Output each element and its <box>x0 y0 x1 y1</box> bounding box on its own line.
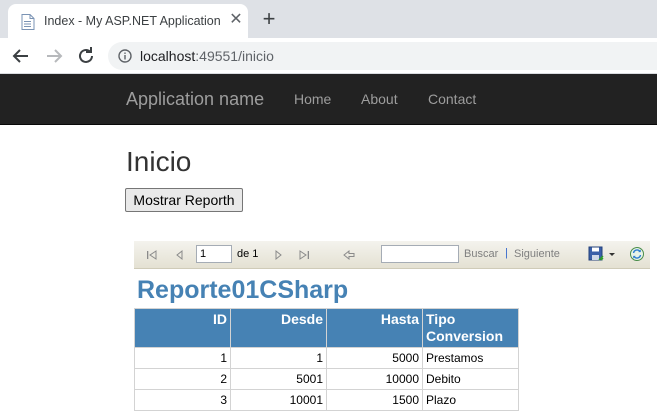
next-page-icon[interactable] <box>271 248 285 262</box>
export-save-icon[interactable] <box>588 246 604 262</box>
address-bar[interactable]: localhost:49551/inicio <box>108 42 657 70</box>
table-row: 1 1 5000 Prestamos <box>134 347 519 369</box>
nav-link-contact[interactable]: Contact <box>428 91 476 107</box>
cell-hasta: 1500 <box>326 389 423 411</box>
nav-link-home[interactable]: Home <box>294 91 331 107</box>
browser-tab-strip: Index - My ASP.NET Application ✕ + <box>0 0 657 38</box>
table-row: 3 10001 1500 Plazo <box>134 389 519 411</box>
forward-arrow-icon[interactable] <box>43 45 65 67</box>
chevron-down-icon[interactable] <box>608 252 616 258</box>
cell-desde: 10001 <box>230 389 327 411</box>
nav-link-about[interactable]: About <box>361 91 398 107</box>
cell-tipo-conversion: Prestamos <box>422 347 519 369</box>
page-count-label: de 1 <box>237 248 259 260</box>
url-path: :49551/inicio <box>195 48 274 64</box>
cell-id: 3 <box>134 389 231 411</box>
column-header-tipo-conversion: Tipo Conversion <box>422 308 519 348</box>
cell-tipo-conversion: Plazo <box>422 389 519 411</box>
url-host: localhost <box>140 48 196 64</box>
previous-page-icon[interactable] <box>173 248 187 262</box>
column-header-desde: Desde <box>230 308 327 348</box>
reload-icon[interactable] <box>75 45 97 67</box>
table-row: 2 5001 10000 Debito <box>134 368 519 390</box>
cell-id: 2 <box>134 368 231 390</box>
table-header-row: ID Desde Hasta Tipo Conversion <box>134 308 519 348</box>
last-page-icon[interactable] <box>297 248 311 262</box>
site-navbar: Application name Home About Contact <box>0 74 657 125</box>
cell-hasta: 5000 <box>326 347 423 369</box>
info-icon[interactable] <box>118 49 132 63</box>
tab-title: Index - My ASP.NET Application <box>44 14 221 28</box>
cell-desde: 1 <box>230 347 327 369</box>
find-link[interactable]: Buscar <box>464 248 498 260</box>
close-icon[interactable]: ✕ <box>228 12 244 28</box>
show-report-button[interactable]: Mostrar Reporth <box>125 188 243 212</box>
cell-desde: 5001 <box>230 368 327 390</box>
find-separator: | <box>505 247 508 259</box>
page-number-input[interactable]: 1 <box>196 245 232 263</box>
page-title: Inicio <box>126 146 192 177</box>
column-header-hasta: Hasta <box>326 308 423 348</box>
brand-link[interactable]: Application name <box>126 89 264 110</box>
find-text-input[interactable] <box>381 245 459 263</box>
browser-tab[interactable]: Index - My ASP.NET Application ✕ <box>8 4 248 38</box>
cell-tipo-conversion: Debito <box>422 368 519 390</box>
browser-toolbar: localhost:49551/inicio <box>0 38 657 74</box>
new-tab-icon[interactable]: + <box>258 8 280 30</box>
cell-hasta: 10000 <box>326 368 423 390</box>
page-icon <box>21 14 35 30</box>
back-to-parent-icon[interactable] <box>342 248 356 262</box>
refresh-icon[interactable] <box>629 246 645 262</box>
cell-id: 1 <box>134 347 231 369</box>
column-header-id: ID <box>134 308 231 348</box>
find-next-link[interactable]: Siguiente <box>514 248 560 260</box>
back-arrow-icon[interactable] <box>10 45 32 67</box>
report-viewer-toolbar: 1 de 1 Buscar | Siguiente <box>134 241 650 269</box>
url-text: localhost:49551/inicio <box>140 48 274 64</box>
report-table: ID Desde Hasta Tipo Conversion 1 1 5000 … <box>134 308 519 411</box>
first-page-icon[interactable] <box>145 248 159 262</box>
report-title: Reporte01CSharp <box>137 276 349 304</box>
